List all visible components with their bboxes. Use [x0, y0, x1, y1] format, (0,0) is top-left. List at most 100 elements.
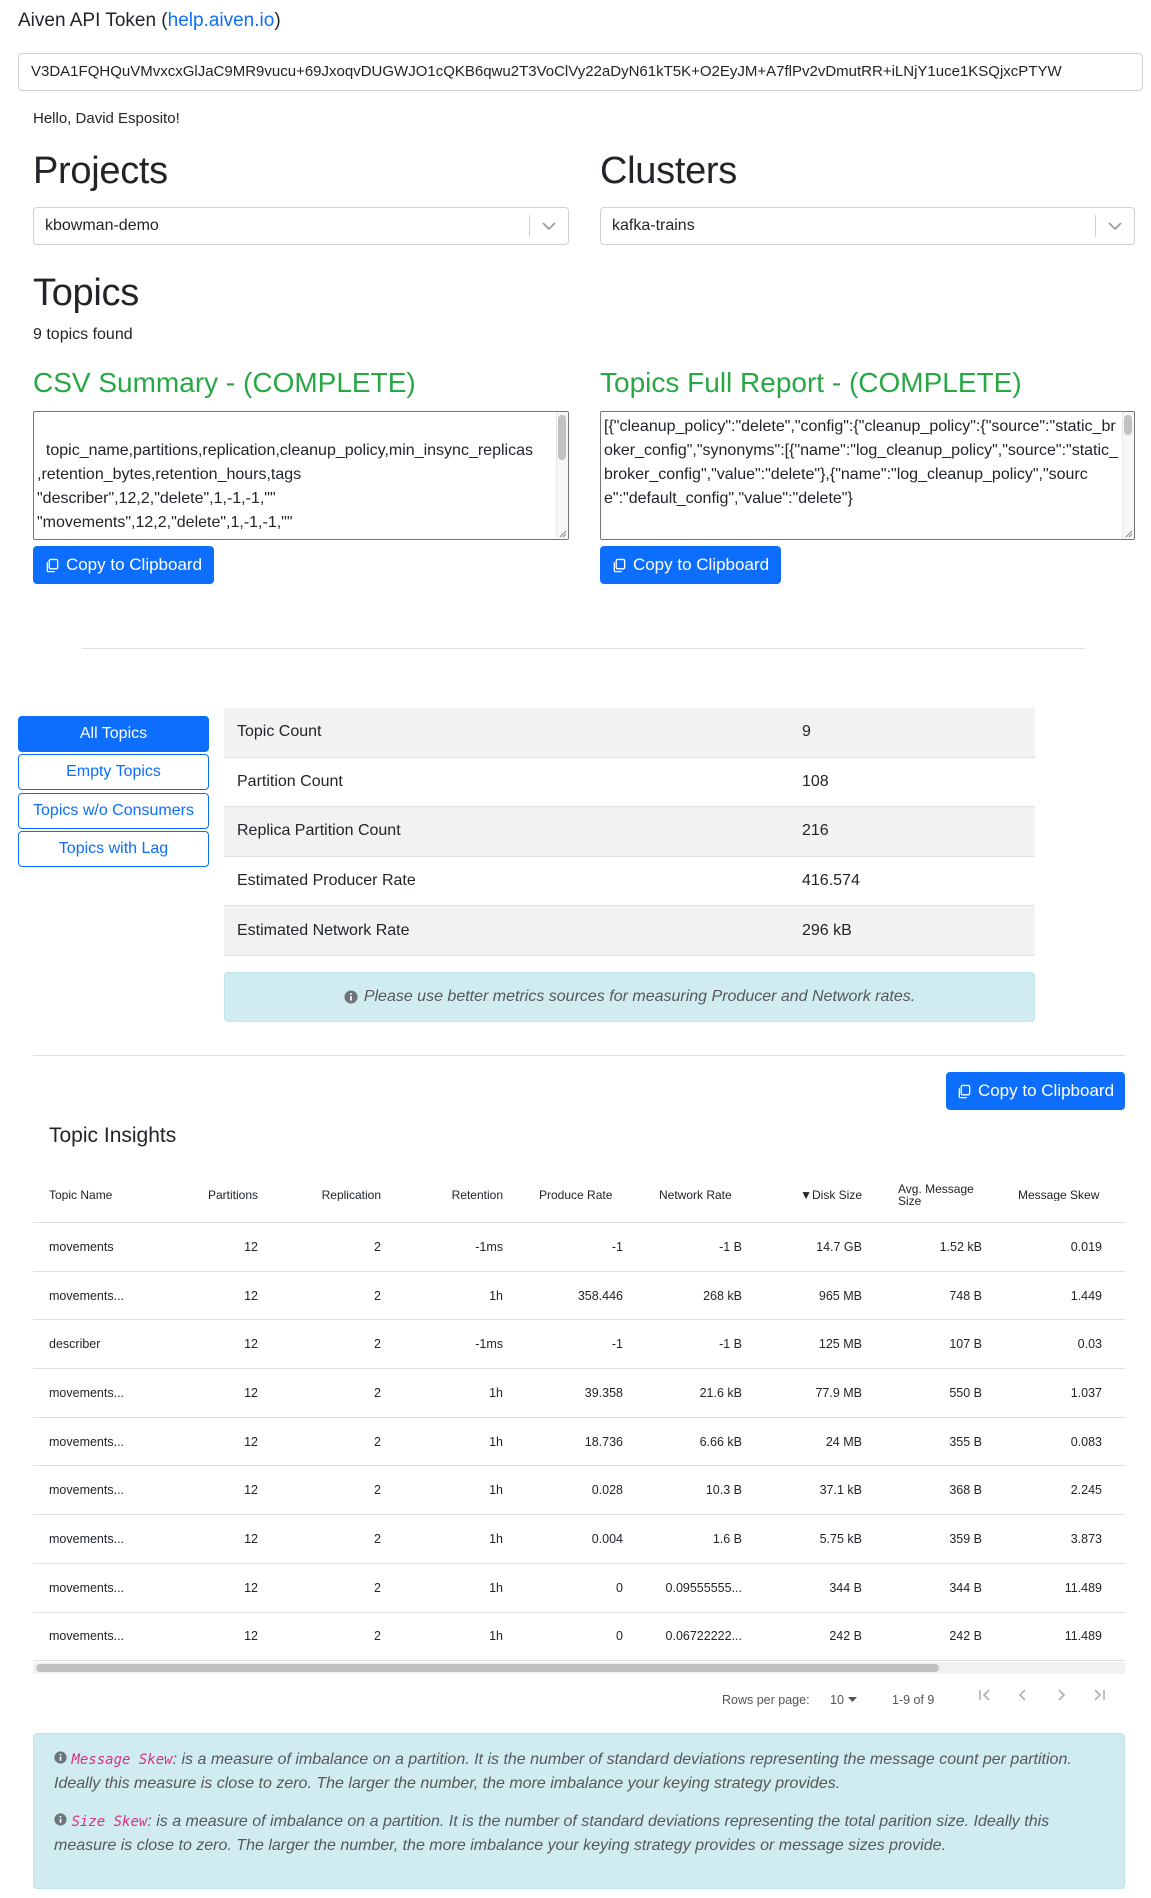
- col-partitions[interactable]: Partitions: [173, 1189, 266, 1201]
- table-header: Topic Name Partitions Replication Retent…: [33, 1168, 1125, 1223]
- table-cell: 1h: [489, 1580, 503, 1595]
- projects-heading: Projects: [33, 150, 168, 192]
- col-topic-name[interactable]: Topic Name: [33, 1189, 173, 1201]
- table-cell: movements...: [49, 1629, 125, 1644]
- table-cell: 12: [244, 1385, 258, 1400]
- table-row: movements... 12 2 1h 39.358 21.6 kB 77.9 MB 550…: [33, 1369, 1125, 1418]
- table-cell: 748 B: [949, 1288, 982, 1303]
- resize-handle-icon[interactable]: [1123, 528, 1133, 538]
- prev-page-icon[interactable]: [1016, 1688, 1030, 1702]
- table-cell: -1: [611, 1239, 623, 1254]
- chevron-down-icon[interactable]: [530, 208, 568, 244]
- last-page-icon[interactable]: [1092, 1688, 1106, 1702]
- table-cell: 1h: [489, 1531, 503, 1546]
- insights-copy-button[interactable]: Copy to Clipboard: [946, 1072, 1125, 1110]
- col-produce-rate[interactable]: Produce Rate: [511, 1189, 631, 1201]
- table-cell: 2: [374, 1288, 381, 1303]
- csv-copy-button[interactable]: Copy to Clipboard: [33, 546, 214, 584]
- filter-all-topics-button[interactable]: All Topics: [18, 716, 209, 752]
- filter-empty-topics-button[interactable]: Empty Topics: [18, 754, 209, 790]
- table-cell: 0.06722222...: [665, 1629, 742, 1644]
- table-row: movements... 12 2 1h 0.004 1.6 B 5.75 kB 359 B 3…: [33, 1515, 1125, 1564]
- topics-count: 9 topics found: [33, 326, 133, 343]
- info-icon: [344, 990, 358, 1004]
- table-cell: movements...: [49, 1288, 125, 1303]
- table-cell: 12: [244, 1531, 258, 1546]
- rows-per-page-select[interactable]: 10: [830, 1693, 857, 1707]
- table-cell: 550 B: [949, 1385, 982, 1400]
- size-skew-note: Size Skew: is a measure of imbalance on …: [54, 1813, 1050, 1854]
- table-cell: 344 B: [949, 1580, 982, 1595]
- report-copy-button[interactable]: Copy to Clipboard: [600, 546, 781, 584]
- project-select-value: kbowman-demo: [45, 217, 159, 234]
- table-cell: 12: [244, 1629, 258, 1644]
- col-message-skew[interactable]: Message Skew: [990, 1189, 1110, 1201]
- report-copy-label: Copy to Clipboard: [632, 555, 770, 574]
- table-cell: movements...: [49, 1531, 125, 1546]
- table-row: describer 12 2 -1ms -1 -1 B 125 MB 107 B 0.03: [33, 1320, 1125, 1370]
- table-cell: 242 B: [829, 1629, 862, 1644]
- topics-heading: Topics: [33, 272, 139, 314]
- table-cell: 2: [374, 1239, 381, 1254]
- table-cell: describer: [49, 1337, 101, 1352]
- table-cell: 242 B: [949, 1629, 982, 1644]
- table-cell: 12: [244, 1580, 258, 1595]
- table-cell: movements...: [49, 1385, 125, 1400]
- stats-row: Replica Partition Count 216: [224, 807, 1035, 857]
- table-cell: 1.037: [1070, 1385, 1102, 1400]
- csv-summary-textarea[interactable]: topic_name,partitions,replication,cleanu…: [33, 411, 569, 540]
- stats-row: Topic Count 9: [224, 708, 1035, 758]
- filter-no-consumers-button[interactable]: Topics w/o Consumers: [18, 793, 209, 829]
- textarea-scrollbar[interactable]: [556, 412, 568, 539]
- table-cell: 12: [244, 1288, 258, 1303]
- full-report-textarea[interactable]: [{"cleanup_policy":"delete","config":{"c…: [600, 411, 1135, 540]
- api-token-input[interactable]: V3DA1FQHQuVMvxcxGlJaC9MR9vucu+69JxoqvDUG…: [18, 53, 1143, 91]
- table-cell: 2: [374, 1629, 381, 1644]
- table-cell: 0.09555555...: [665, 1580, 742, 1595]
- table-cell: 2: [374, 1385, 381, 1400]
- stats-row: Estimated Producer Rate 416.574: [224, 857, 1035, 907]
- table-cell: 11.489: [1064, 1580, 1102, 1595]
- csv-summary-text: topic_name,partitions,replication,cleanu…: [37, 442, 533, 539]
- filter-with-lag-button[interactable]: Topics with Lag: [18, 831, 209, 867]
- insights-table: Topic Name Partitions Replication Retent…: [33, 1168, 1125, 1662]
- table-cell: 1.52 kB: [939, 1239, 982, 1254]
- table-cell: 2.245: [1070, 1483, 1102, 1498]
- table-cell: 1.6 B: [712, 1531, 742, 1546]
- table-cell: 358.446: [577, 1288, 623, 1303]
- insights-copy-label: Copy to Clipboard: [977, 1081, 1115, 1100]
- table-cell: 1h: [489, 1288, 503, 1303]
- csv-summary-heading: CSV Summary - (COMPLETE): [33, 367, 416, 398]
- col-retention[interactable]: Retention: [389, 1189, 511, 1201]
- table-cell: 10.3 B: [705, 1483, 742, 1498]
- first-page-icon[interactable]: [978, 1688, 992, 1702]
- table-row: movements... 12 2 1h 18.736 6.66 kB 24 MB 355 B…: [33, 1418, 1125, 1467]
- help-link[interactable]: help.aiven.io: [168, 10, 275, 31]
- col-replication[interactable]: Replication: [266, 1189, 389, 1201]
- table-cell: 77.9 MB: [815, 1385, 862, 1400]
- cluster-select[interactable]: kafka-trains: [600, 207, 1135, 245]
- col-avg-message-size[interactable]: Avg. Message Size: [870, 1183, 990, 1207]
- table-cell: 1h: [489, 1385, 503, 1400]
- sort-down-icon: ▼: [800, 1189, 812, 1201]
- insights-title: Topic Insights: [49, 1124, 177, 1147]
- project-select[interactable]: kbowman-demo: [33, 207, 569, 245]
- table-cell: 125 MB: [818, 1337, 862, 1352]
- table-cell: movements...: [49, 1434, 125, 1449]
- table-cell: 21.6 kB: [699, 1385, 742, 1400]
- col-network-rate[interactable]: Network Rate: [631, 1189, 750, 1201]
- table-cell: 0.004: [591, 1531, 623, 1546]
- col-disk-size[interactable]: ▼Disk Size: [750, 1189, 870, 1201]
- table-cell: 12: [244, 1239, 258, 1254]
- table-cell: 12: [244, 1483, 258, 1498]
- table-cell: 12: [244, 1337, 258, 1352]
- clipboard-icon: [613, 558, 626, 572]
- next-page-icon[interactable]: [1054, 1688, 1068, 1702]
- textarea-scrollbar[interactable]: [1122, 412, 1134, 539]
- table-cell: -1 B: [719, 1239, 742, 1254]
- full-report-heading: Topics Full Report - (COMPLETE): [600, 367, 1022, 398]
- chevron-down-icon[interactable]: [1096, 208, 1134, 244]
- table-horizontal-scrollbar[interactable]: [33, 1662, 1125, 1674]
- section-divider: [33, 1055, 1125, 1056]
- resize-handle-icon[interactable]: [557, 528, 567, 538]
